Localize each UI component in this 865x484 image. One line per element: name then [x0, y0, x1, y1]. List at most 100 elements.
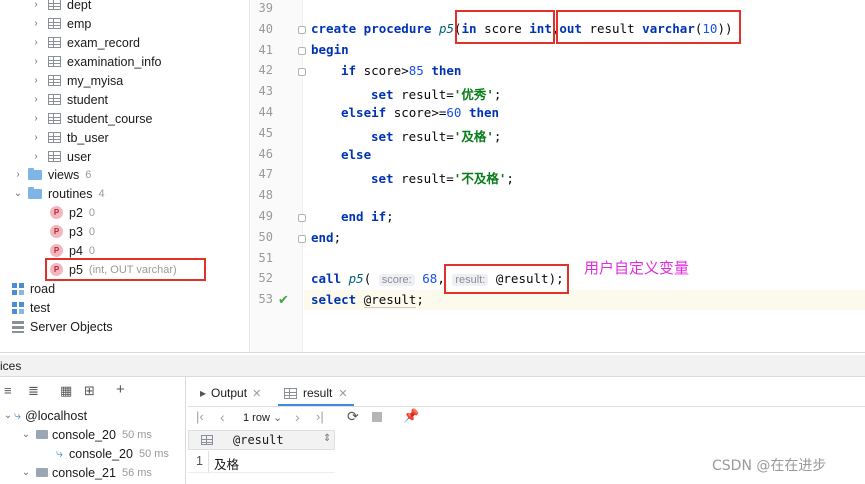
schema-label: test [30, 300, 51, 315]
divider [208, 451, 209, 473]
routine-signature: 0 [88, 225, 96, 238]
sort-icon[interactable]: ⇕ [323, 433, 331, 444]
code-line-45: set result='及格'; [371, 129, 502, 144]
stop-icon[interactable] [372, 412, 382, 422]
table-label: my_myisa [67, 73, 124, 88]
tree-node-table[interactable]: › dept [30, 0, 91, 14]
highlight-box-out-param [556, 10, 741, 44]
schema-road[interactable]: road [12, 279, 55, 298]
chevron-down-icon[interactable]: ⌄ [12, 188, 24, 199]
service-localhost[interactable]: ⌄ ⤷ @localhost [2, 406, 87, 425]
refresh-icon[interactable]: ⟳ [347, 408, 359, 425]
schema-test[interactable]: test [12, 298, 50, 317]
prev-page-icon[interactable]: ‹ [220, 409, 225, 425]
routine-p3[interactable]: P p3 0 [50, 222, 95, 241]
table-icon [48, 18, 61, 29]
output-icon: ▸ [200, 386, 207, 400]
tree-node-table[interactable]: › examination_info [30, 52, 161, 71]
highlight-box-p5 [45, 258, 206, 281]
chevron-right-icon[interactable]: › [30, 113, 42, 124]
first-page-icon[interactable]: |‹ [196, 409, 204, 424]
fold-marker-icon[interactable] [298, 68, 306, 76]
add-icon[interactable]: + [116, 381, 125, 398]
chevron-right-icon[interactable]: › [30, 75, 42, 86]
table-label: student_course [67, 111, 153, 126]
watermark: CSDN @在在进步 [712, 458, 827, 474]
server-objects-node[interactable]: Server Objects [12, 317, 113, 336]
tree-node-views[interactable]: › views 6 [12, 165, 91, 184]
code-line-42: if score>85 then [341, 63, 462, 78]
rows-count[interactable]: 1 row ⌄ [243, 411, 282, 424]
collapse-all-icon[interactable]: ≣ [28, 383, 39, 399]
tab-label: result [303, 386, 333, 400]
line-number: 52 [258, 271, 273, 286]
chevron-right-icon[interactable]: › [30, 56, 42, 67]
annotation-text: 用户自定义变量 [584, 259, 690, 277]
procedure-icon: P [50, 225, 63, 238]
tab-result[interactable]: result ✕ [278, 382, 354, 406]
close-icon[interactable]: ✕ [338, 387, 347, 400]
chevron-right-icon[interactable]: › [30, 132, 42, 143]
routine-p2[interactable]: P p2 0 [50, 203, 95, 222]
expand-all-icon[interactable]: ≡ [4, 383, 12, 398]
tree-node-table[interactable]: › tb_user [30, 128, 108, 147]
fold-marker-icon[interactable] [298, 47, 306, 55]
cell-value[interactable]: 及格 [214, 454, 239, 473]
fold-marker-icon[interactable] [298, 235, 306, 243]
tab-output[interactable]: ▸ Output ✕ [200, 382, 261, 404]
table-row[interactable]: 1 及格 [188, 451, 335, 473]
line-number: 41 [258, 42, 273, 57]
folder-icon [28, 167, 42, 180]
result-grid-header: @result ⇕ [188, 430, 335, 450]
rows-label: 1 row [243, 412, 270, 424]
chevron-right-icon[interactable]: › [30, 151, 42, 162]
chevron-right-icon[interactable]: › [30, 94, 42, 105]
line-number: 47 [258, 167, 273, 182]
tree-node-table[interactable]: › emp [30, 14, 91, 33]
column-header[interactable]: @result [233, 433, 284, 447]
line-number: 46 [258, 146, 273, 161]
views-count: 6 [85, 168, 92, 181]
divider [188, 406, 865, 407]
service-label: console_20 [52, 427, 116, 442]
service-console-20-session[interactable]: ⤷ console_20 50 ms [56, 444, 169, 463]
group-icon[interactable]: ▦ [60, 383, 72, 399]
routine-signature: 0 [88, 244, 96, 257]
routines-label: routines [48, 186, 93, 201]
execution-success-icon: ✔ [278, 292, 289, 307]
tree-node-table[interactable]: › student [30, 90, 108, 109]
routine-name: p4 [69, 243, 83, 258]
line-number: 43 [258, 84, 273, 99]
close-icon[interactable]: ✕ [252, 387, 261, 400]
service-label: @localhost [25, 408, 88, 423]
line-gutter: 39 40 41 42 43 44 45 46 47 48 49 50 51 52 53 [251, 0, 303, 352]
next-page-icon[interactable]: › [295, 409, 300, 425]
chevron-right-icon[interactable]: › [30, 18, 42, 29]
line-number: 53 [258, 292, 273, 307]
line-number: 49 [258, 209, 273, 223]
tree-node-table[interactable]: › my_myisa [30, 71, 123, 90]
line-number: 48 [258, 188, 273, 203]
chevron-right-icon[interactable]: › [30, 0, 42, 10]
table-icon [48, 37, 61, 48]
code-line-47: set result='不及格'; [371, 171, 514, 186]
service-console-20[interactable]: ⌄ console_20 50 ms [20, 425, 152, 444]
table-icon [48, 151, 61, 162]
split-icon[interactable]: ⊞ [84, 383, 95, 399]
tree-node-table[interactable]: › exam_record [30, 33, 140, 52]
tree-node-routines[interactable]: ⌄ routines 4 [12, 184, 105, 203]
service-console-21[interactable]: ⌄ console_21 56 ms [20, 463, 152, 482]
chevron-right-icon[interactable]: › [12, 169, 24, 180]
highlight-box-in-param [455, 10, 555, 44]
tree-node-table[interactable]: › student_course [30, 109, 152, 128]
fold-marker-icon[interactable] [298, 214, 306, 222]
sql-editor[interactable]: 39 40 41 42 43 44 45 46 47 48 49 50 51 52 53 create pr… [251, 0, 865, 352]
pin-icon[interactable]: 📌 [403, 408, 419, 424]
services-title: ices [0, 359, 22, 373]
last-page-icon[interactable]: ›| [316, 409, 324, 424]
fold-marker-icon[interactable] [298, 26, 306, 34]
services-title-bar: ices [0, 355, 865, 377]
code-line-41: begin [311, 42, 349, 57]
tree-node-table[interactable]: › user [30, 147, 91, 166]
chevron-right-icon[interactable]: › [30, 37, 42, 48]
